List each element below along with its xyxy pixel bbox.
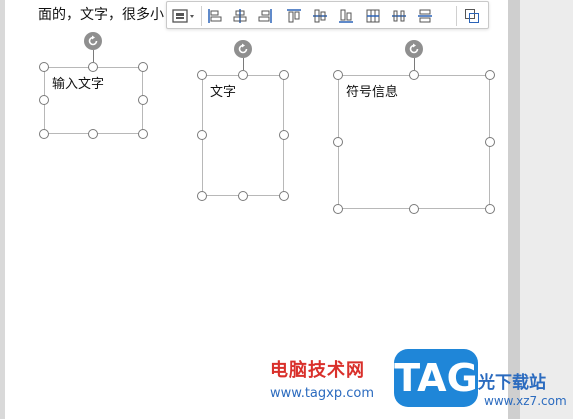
resize-handle-right[interactable] [138,95,148,105]
resize-handle-bottom-right[interactable] [279,191,289,201]
resize-handle-bottom-right[interactable] [485,204,495,214]
text-box-label[interactable]: 文字 [210,81,236,100]
document-text-line[interactable]: 面的，文字，很多小 [38,4,164,24]
rotate-icon [88,35,98,46]
resize-handle-bottom-left[interactable] [333,204,343,214]
distribute-horizontal-button[interactable] [363,6,383,26]
resize-handle-bottom-left[interactable] [197,191,207,201]
watermark-site-url-2: www.xz7.com [484,394,567,408]
align-right-icon [258,9,272,23]
align-center-button[interactable] [230,6,250,26]
rotation-stem [414,58,415,70]
text-box-options-button[interactable] [170,6,198,26]
rotate-icon [238,43,248,54]
align-middle-button[interactable] [310,6,330,26]
resize-handle-bottom[interactable] [88,129,98,139]
resize-handle-top-right[interactable] [485,70,495,80]
rotate-handle[interactable] [234,40,252,58]
align-bottom-icon [339,9,353,23]
watermark-site-name: 电脑技术网 [270,360,365,381]
resize-handle-left[interactable] [333,137,343,147]
watermark-site-url: www.tagxp.com [270,386,374,401]
group-icon [465,9,479,23]
resize-handle-top-left[interactable] [333,70,343,80]
rotate-handle[interactable] [405,40,423,58]
resize-handle-top[interactable] [409,70,419,80]
watermark-site-name-2: 光下载站 [478,373,546,393]
resize-handle-top-right[interactable] [138,62,148,72]
resize-handle-right[interactable] [485,137,495,147]
text-box-label[interactable]: 输入文字 [52,73,104,92]
rotation-stem [93,50,94,62]
align-center-icon [233,9,247,23]
text-box-1[interactable]: 输入文字 [39,32,148,139]
text-box-label[interactable]: 符号信息 [346,81,398,100]
resize-handle-top-left[interactable] [39,62,49,72]
distribute-vertical-icon [392,10,406,22]
equal-spacing-button[interactable] [415,6,435,26]
resize-handle-left[interactable] [197,130,207,140]
rotate-handle[interactable] [84,32,102,50]
text-box-2[interactable]: 文字 [197,40,289,201]
align-top-button[interactable] [284,6,304,26]
align-bottom-button[interactable] [336,6,356,26]
resize-handle-top[interactable] [238,70,248,80]
watermark-logo: TAG [394,349,478,407]
distribute-horizontal-icon [366,9,380,23]
resize-handle-top-left[interactable] [197,70,207,80]
text-box-3[interactable]: 符号信息 [333,40,495,214]
group-button[interactable] [462,6,482,26]
rotate-icon [409,43,419,54]
align-middle-icon [313,9,327,23]
side-panel [520,0,573,419]
resize-handle-bottom-left[interactable] [39,129,49,139]
resize-handle-top-right[interactable] [279,70,289,80]
vertical-scrollbar[interactable] [508,0,520,419]
resize-handle-bottom-right[interactable] [138,129,148,139]
align-top-icon [287,9,301,23]
toolbar-separator [201,6,202,26]
toolbar-separator [456,6,457,26]
rotation-stem [243,58,244,70]
resize-handle-left[interactable] [39,95,49,105]
align-left-icon [208,9,222,23]
resize-handle-right[interactable] [279,130,289,140]
textbox-dropdown-icon [172,9,194,23]
resize-handle-top[interactable] [88,62,98,72]
equal-spacing-icon [418,9,432,23]
distribute-vertical-button[interactable] [389,6,409,26]
alignment-toolbar [166,1,489,29]
resize-handle-bottom[interactable] [409,204,419,214]
align-left-button[interactable] [205,6,225,26]
resize-handle-bottom[interactable] [238,191,248,201]
align-right-button[interactable] [255,6,275,26]
